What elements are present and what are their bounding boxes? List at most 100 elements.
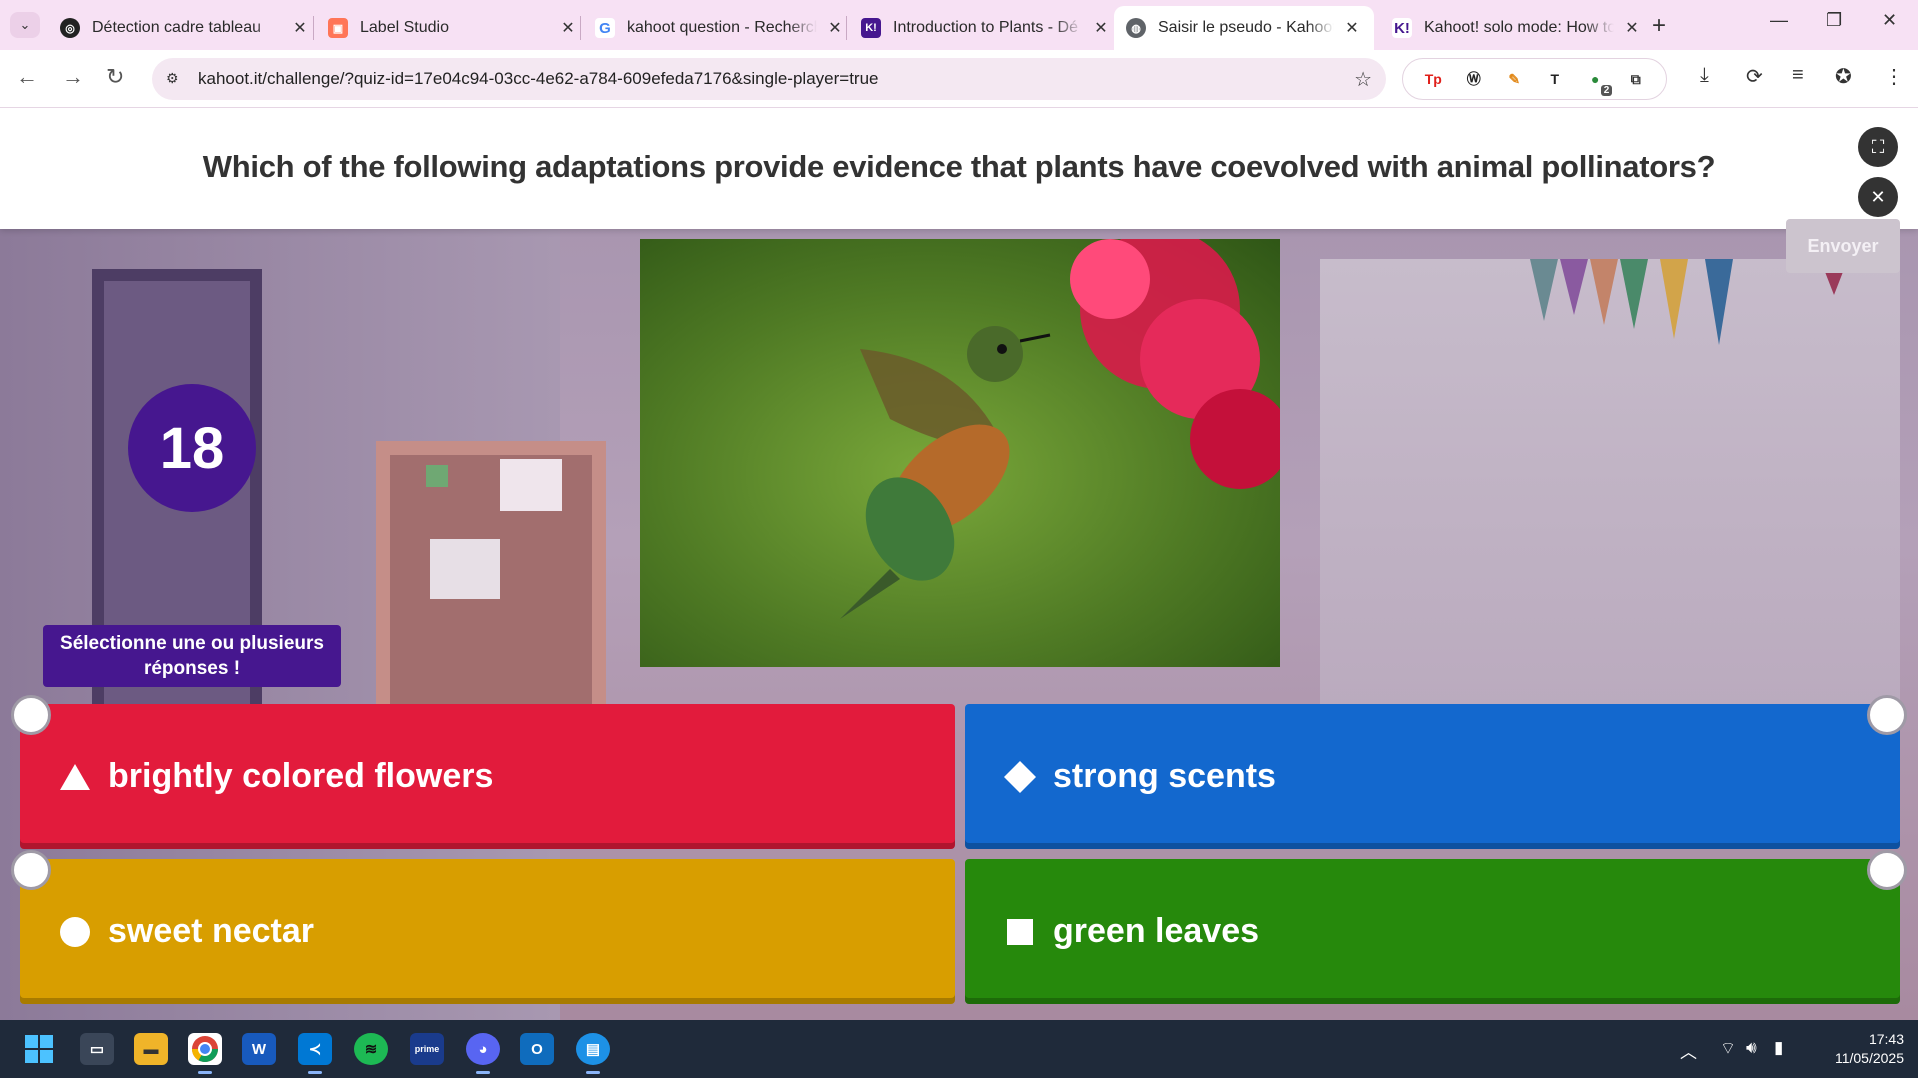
- tab-search-button[interactable]: ⌄: [10, 12, 40, 38]
- bunting-flag: [1660, 259, 1688, 339]
- close-tab-icon[interactable]: ✕: [292, 18, 308, 38]
- profile-icon[interactable]: ✪: [1835, 64, 1852, 89]
- label-studio-icon: ▣: [328, 18, 348, 38]
- pen-extension-icon[interactable]: ✎: [1501, 66, 1527, 92]
- tab-1[interactable]: ▣ Label Studio ✕: [316, 6, 588, 50]
- restore-icon[interactable]: ❐: [1826, 10, 1842, 31]
- bunting-flag: [1530, 259, 1558, 321]
- reload-icon[interactable]: ↻: [106, 64, 124, 90]
- triangle-icon: [58, 760, 92, 794]
- close-tab-icon[interactable]: ✕: [560, 18, 576, 38]
- vscode-icon[interactable]: ≺: [298, 1033, 332, 1074]
- word-icon[interactable]: W: [242, 1033, 276, 1065]
- performance-icon[interactable]: ⟳: [1746, 64, 1763, 89]
- w-extension-icon[interactable]: Ⓦ: [1461, 66, 1487, 92]
- clock-date: 11/05/2025: [1834, 1050, 1904, 1066]
- docker-icon[interactable]: ▤: [576, 1033, 610, 1074]
- background-note: [430, 539, 500, 599]
- answer-option-2[interactable]: sweet nectar: [20, 859, 955, 1004]
- answer-checkbox-2[interactable]: [11, 850, 51, 890]
- answer-label: sweet nectar: [108, 912, 314, 950]
- taskbar: ▭ ▬ W ≺ ≋ prime ◕ O ▤ ︿ ⌔ 🔊︎ ▮ 17:43 11/…: [0, 1020, 1918, 1078]
- prime-video-icon[interactable]: prime: [410, 1033, 444, 1065]
- tab-4-active[interactable]: ◍ Saisir le pseudo - Kahoot! ✕: [1114, 6, 1374, 50]
- text-extension-icon[interactable]: T: [1542, 66, 1568, 92]
- browser-toolbar: ← → ↻ ⚙ kahoot.it/challenge/?quiz-id=17e…: [0, 50, 1918, 108]
- bunting-flag: [1560, 259, 1588, 315]
- puzzle-extensions-icon[interactable]: ⧉: [1623, 66, 1649, 92]
- multi-select-hint: Sélectionne une ou plusieurs réponses !: [43, 625, 341, 687]
- answer-option-3[interactable]: green leaves: [965, 859, 1900, 1004]
- question-image: [640, 239, 1280, 667]
- answer-option-0[interactable]: brightly colored flowers: [20, 704, 955, 849]
- address-bar[interactable]: ⚙ kahoot.it/challenge/?quiz-id=17e04c94-…: [152, 58, 1386, 100]
- background-note: [426, 465, 448, 487]
- menu-kebab-icon[interactable]: ⋮: [1884, 64, 1904, 89]
- tab-strip: ⌄ ◎ Détection cadre tableau ✕ ▣ Label St…: [0, 0, 1918, 50]
- taskbar-clock[interactable]: 17:43 11/05/2025: [1812, 1030, 1904, 1068]
- tab-title: Détection cadre tableau: [92, 19, 261, 36]
- bookmark-star-icon[interactable]: ☆: [1354, 67, 1372, 92]
- square-icon: [1003, 915, 1037, 949]
- wifi-icon[interactable]: ⌔: [1720, 1038, 1736, 1059]
- answer-label: strong scents: [1053, 757, 1276, 795]
- media-control-icon[interactable]: ≡: [1792, 64, 1804, 87]
- question-text: Which of the following adaptations provi…: [202, 149, 1716, 184]
- back-icon[interactable]: ←: [16, 64, 38, 90]
- tab-3[interactable]: K! Introduction to Plants - Dé ✕: [849, 6, 1121, 50]
- download-icon[interactable]: ⤓: [1700, 64, 1709, 87]
- answer-option-1[interactable]: strong scents: [965, 704, 1900, 849]
- tab-5[interactable]: K! Kahoot! solo mode: How to ✕: [1380, 6, 1652, 50]
- circle-icon: [58, 915, 92, 949]
- close-tab-icon[interactable]: ✕: [827, 18, 843, 38]
- submit-button[interactable]: Envoyer: [1786, 219, 1900, 273]
- answer-checkbox-0[interactable]: [11, 695, 51, 735]
- chevron-down-icon: ⌄: [19, 17, 31, 32]
- kahoot-page: Which of the following adaptations provi…: [0, 109, 1918, 1020]
- openai-icon: ◎: [60, 18, 80, 38]
- mute-icon[interactable]: ✕: [1858, 177, 1898, 217]
- tab-separator: [313, 16, 314, 40]
- tab-0[interactable]: ◎ Détection cadre tableau ✕: [48, 6, 320, 50]
- diamond-icon: [1003, 760, 1037, 794]
- close-tab-icon[interactable]: ✕: [1093, 18, 1109, 38]
- globe-icon: ◍: [1126, 18, 1146, 38]
- task-view-icon[interactable]: ▭: [80, 1033, 114, 1065]
- extension-badge: 2: [1600, 85, 1613, 96]
- minimize-icon[interactable]: —: [1770, 10, 1788, 31]
- file-explorer-icon[interactable]: ▬: [134, 1033, 168, 1065]
- fullscreen-icon[interactable]: ⛶: [1858, 127, 1898, 167]
- answer-checkbox-1[interactable]: [1867, 695, 1907, 735]
- background-note: [500, 459, 562, 511]
- tab-2[interactable]: G kahoot question - Recherche ✕: [583, 6, 855, 50]
- clock-time: 17:43: [1868, 1031, 1904, 1047]
- answer-label: green leaves: [1053, 912, 1260, 950]
- answer-checkbox-3[interactable]: [1867, 850, 1907, 890]
- bunting-flag: [1590, 259, 1618, 325]
- tray-chevron-up-icon[interactable]: ︿: [1680, 1038, 1697, 1063]
- bunting-flag: [1705, 259, 1733, 345]
- bunting-flag: [1620, 259, 1648, 329]
- google-icon: G: [595, 18, 615, 38]
- discord-icon[interactable]: ◕: [466, 1033, 500, 1074]
- battery-icon[interactable]: ▮: [1774, 1038, 1783, 1058]
- site-info-icon[interactable]: ⚙: [166, 70, 184, 88]
- outlook-icon[interactable]: O: [520, 1033, 554, 1065]
- tab-title: Kahoot! solo mode: How to: [1424, 19, 1614, 36]
- spotify-icon[interactable]: ≋: [354, 1033, 388, 1065]
- tab-separator: [580, 16, 581, 40]
- new-tab-icon[interactable]: +: [1652, 12, 1666, 40]
- volume-icon[interactable]: 🔊︎: [1746, 1038, 1757, 1058]
- tab-title: Saisir le pseudo - Kahoot!: [1158, 19, 1334, 36]
- close-tab-icon[interactable]: ✕: [1344, 18, 1360, 38]
- shield-extension-icon[interactable]: ● 2: [1582, 66, 1613, 96]
- kahoot-icon: K!: [861, 18, 881, 38]
- close-window-icon[interactable]: ✕: [1882, 10, 1897, 31]
- close-tab-icon[interactable]: ✕: [1624, 18, 1640, 38]
- question-header: Which of the following adaptations provi…: [0, 109, 1918, 229]
- chrome-icon[interactable]: [188, 1033, 222, 1074]
- forward-icon[interactable]: →: [62, 64, 84, 90]
- windows-start-icon[interactable]: [22, 1033, 56, 1065]
- extensions-group: Tp Ⓦ ✎ T ● 2 ⧉: [1402, 58, 1667, 100]
- tp-extension-icon[interactable]: Tp: [1420, 66, 1446, 92]
